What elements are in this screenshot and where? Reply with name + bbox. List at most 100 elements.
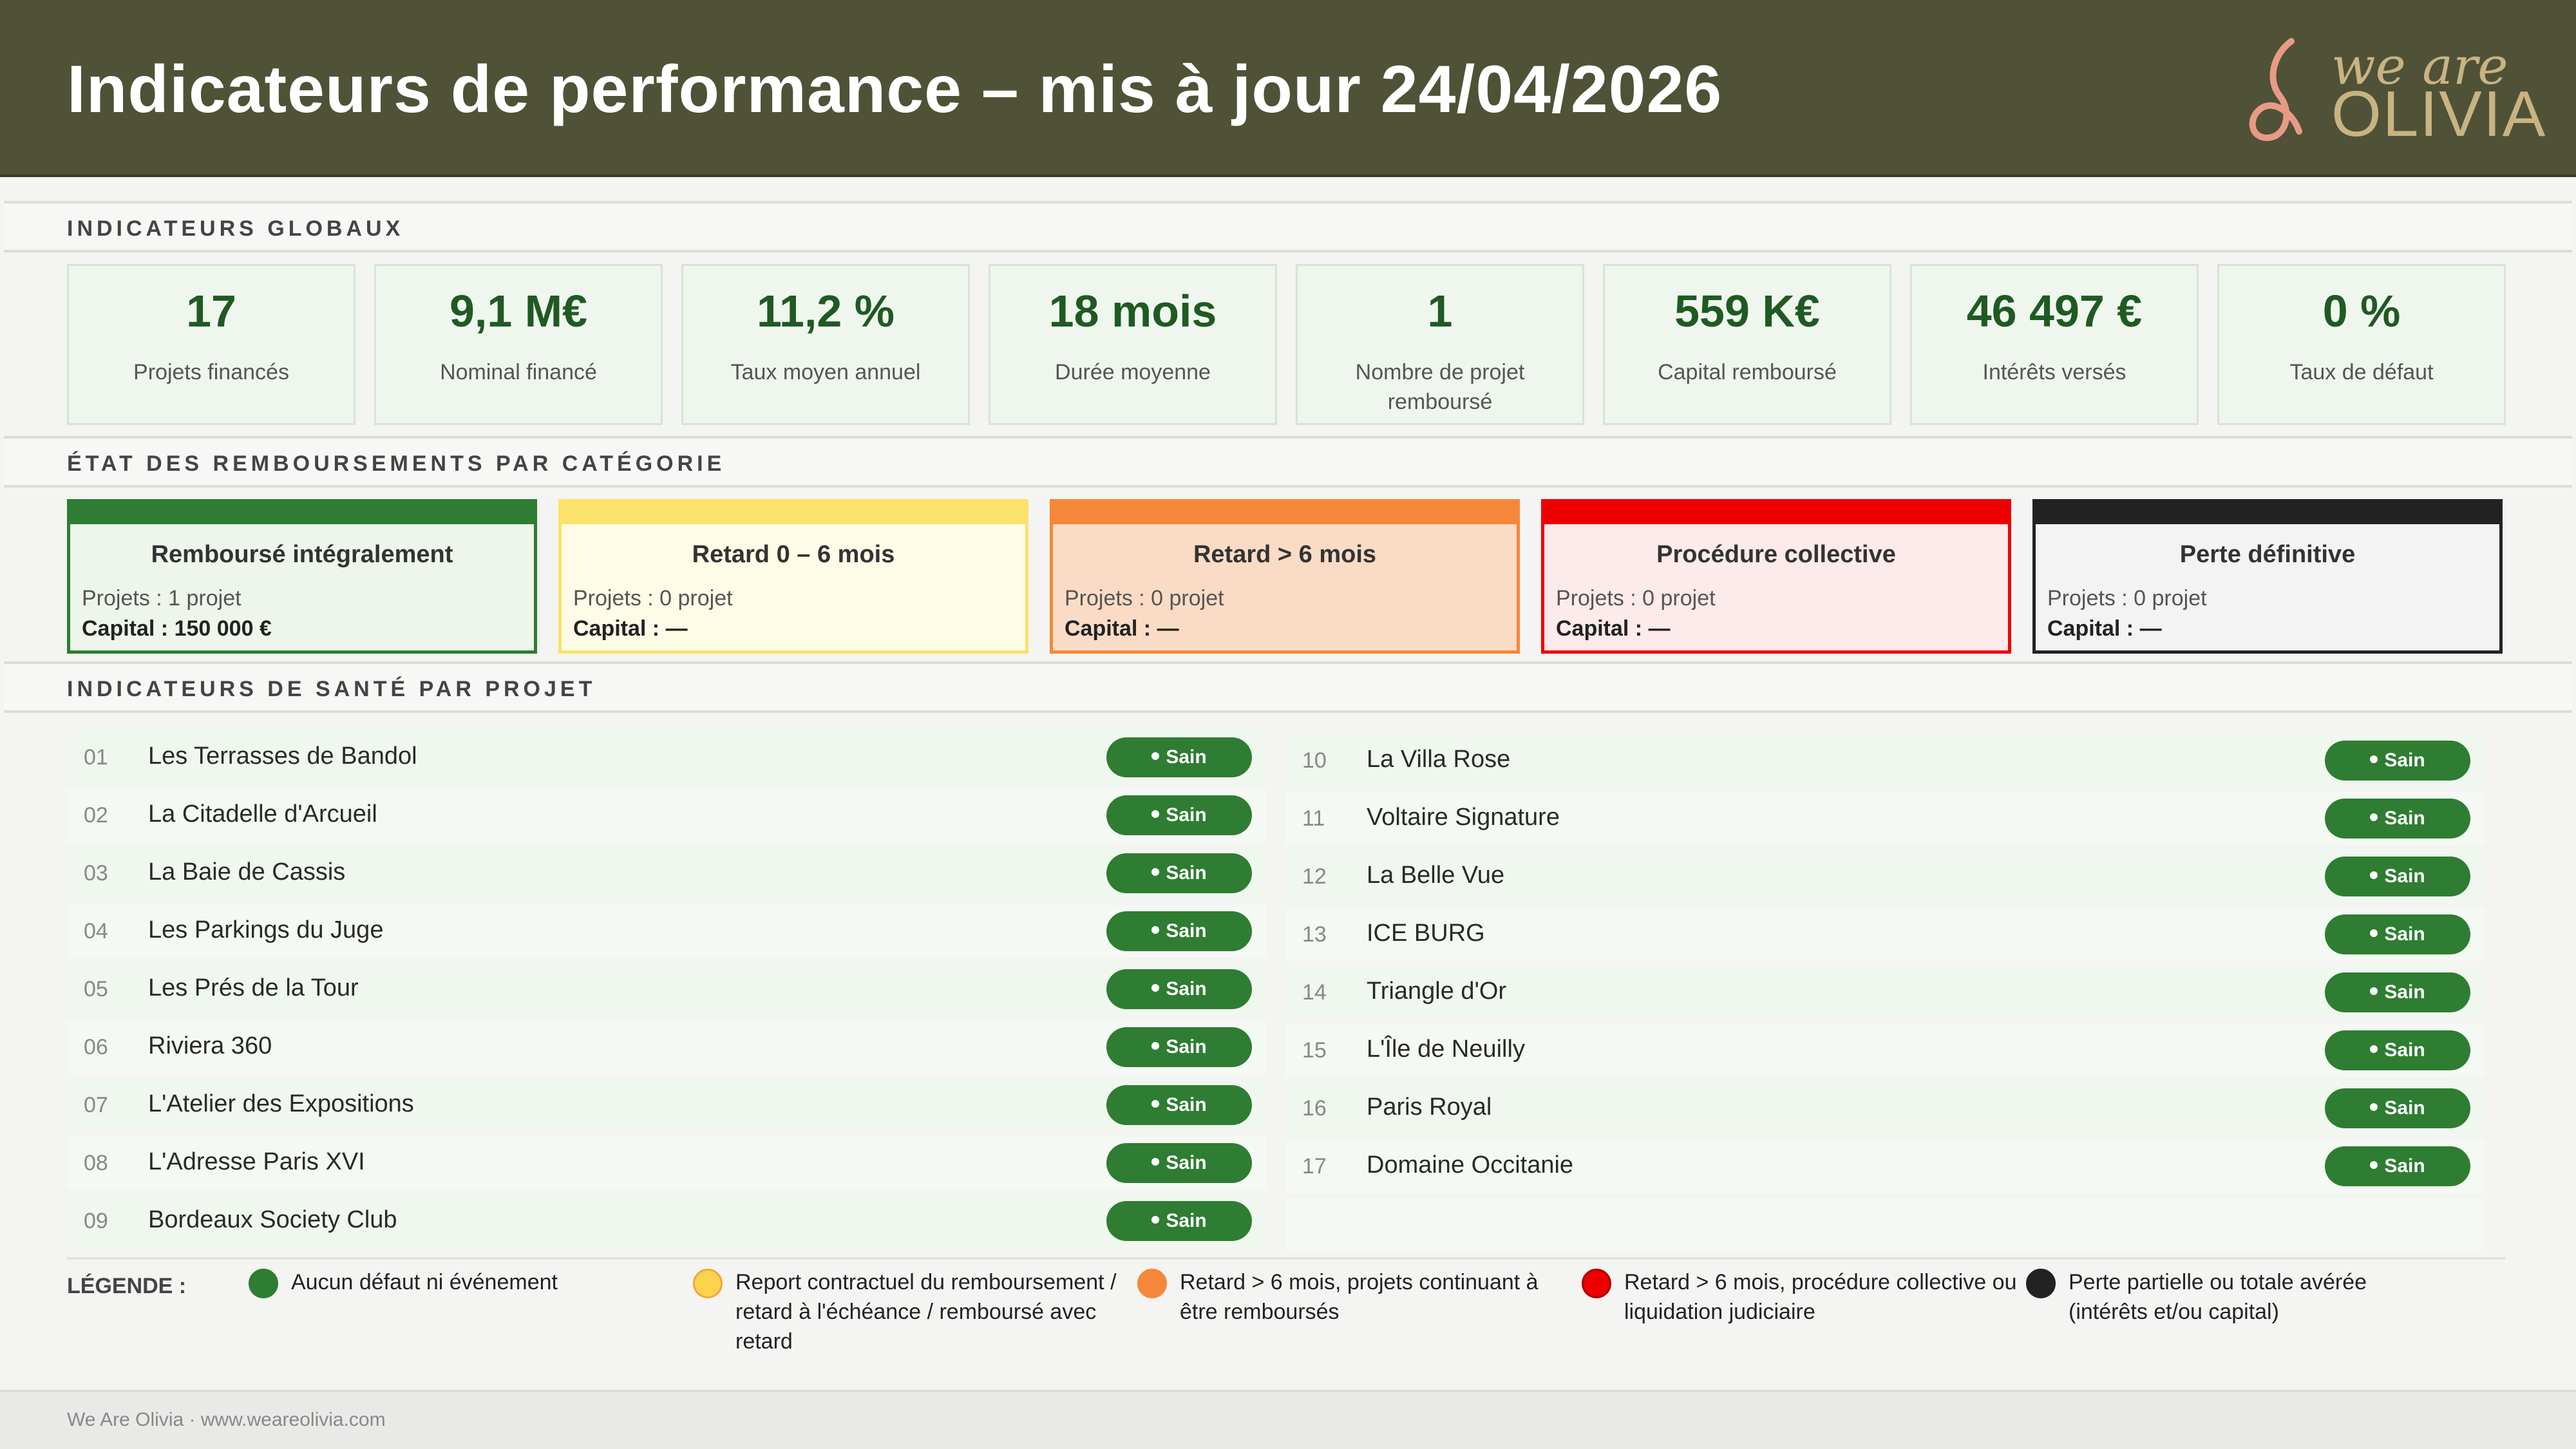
kpi-label: Projets financés [133,360,289,384]
status-badge: Sain [2325,1088,2470,1128]
category-color-bar [2036,502,2499,524]
status-badge: Sain [2325,972,2470,1012]
category-color-bar [1053,502,1517,524]
project-name: Les Terrasses de Bandol [148,743,417,770]
status-badge: Sain [1106,969,1252,1009]
status-badge: Sain [1106,1201,1252,1241]
legend-divider [67,1257,2505,1260]
status-label: Sain [1166,862,1207,884]
project-row: 04 Les Parkings du Juge Sain [67,905,1266,958]
legend-dot-icon [249,1269,278,1298]
project-row: 03 La Baie de Cassis Sain [67,847,1266,900]
status-dot-icon [2370,929,2378,938]
legend-dot-icon [1582,1269,1611,1298]
status-dot-icon [1151,1100,1160,1108]
kpi-capital-repaid: 559 K€ Capital remboursé [1603,264,1891,425]
status-badge: Sain [1106,1085,1252,1125]
status-label: Sain [1166,804,1207,826]
section-global: INDICATEURS GLOBAUX [4,201,2572,252]
project-row: 16 Paris Royal Sain [1285,1082,2485,1135]
category-card-collective-procedure: Procédure collective Projets : 0 projet … [1541,499,2011,654]
legend-text: Report contractuel du remboursement / re… [735,1270,1117,1354]
kpi-label: Taux moyen annuel [730,360,921,384]
category-projects: Projets : 0 projet [573,586,733,611]
project-row: 08 L'Adresse Paris XVI Sain [67,1137,1266,1189]
project-number: 06 [84,1035,108,1059]
status-label: Sain [2384,1097,2425,1119]
category-card-delay-over-6: Retard > 6 mois Projets : 0 projet Capit… [1050,499,1520,654]
status-badge: Sain [1106,737,1252,777]
kpi-value: 17 [186,286,236,336]
category-card-definitive-loss: Perte définitive Projets : 0 projet Capi… [2032,499,2503,654]
kpi-interest-paid: 46 497 € Intérêts versés [1910,264,2199,425]
section-title-health: INDICATEURS DE SANTÉ PAR PROJET [67,677,596,701]
kpi-value: 18 mois [1048,286,1217,336]
status-badge: Sain [2325,1030,2470,1070]
project-row: 12 La Belle Vue Sain [1285,850,2485,903]
status-dot-icon [1151,1042,1160,1050]
section-health: INDICATEURS DE SANTÉ PAR PROJET [4,661,2572,713]
project-name: La Villa Rose [1367,746,1511,773]
project-row: 01 Les Terrasses de Bandol Sain [67,731,1266,784]
status-dot-icon [2370,755,2378,764]
category-title: Perte définitive [2179,541,2356,568]
project-number: 16 [1302,1096,1327,1121]
footer-text: We Are Olivia · www.weareolivia.com [67,1409,386,1430]
status-badge: Sain [2325,1146,2470,1186]
status-dot-icon [1151,752,1160,761]
status-badge: Sain [1106,853,1252,893]
status-label: Sain [1166,920,1207,942]
kpi-projects-financed: 17 Projets financés [67,264,355,425]
legend-dot-icon [693,1269,723,1298]
project-number: 17 [1302,1154,1327,1179]
status-dot-icon [1151,1216,1160,1224]
project-number: 03 [84,861,108,886]
legend-text: Retard > 6 mois, procédure collective ou… [1624,1270,2017,1324]
category-title: Remboursé intégralement [151,541,453,568]
category-projects: Projets : 0 projet [1065,586,1224,611]
project-number: 11 [1302,806,1325,831]
project-row: 17 Domaine Occitanie Sain [1285,1140,2485,1193]
project-name: L'Adresse Paris XVI [148,1148,365,1175]
project-number: 15 [1302,1038,1327,1063]
status-badge: Sain [1106,795,1252,835]
kpi-label: Nominal financé [440,360,597,384]
status-dot-icon [2370,987,2378,996]
status-dot-icon [2370,871,2378,880]
kpi-default-rate: 0 % Taux de défaut [2217,264,2506,425]
project-name: Bordeaux Society Club [148,1206,397,1233]
kpi-label: Capital remboursé [1658,360,1837,384]
project-row: 07 L'Atelier des Expositions Sain [67,1079,1266,1132]
kpi-average-rate: 11,2 % Taux moyen annuel [681,264,970,425]
status-label: Sain [2384,808,2425,829]
category-projects: Projets : 0 projet [2047,586,2207,611]
status-label: Sain [1166,1152,1207,1173]
status-badge: Sain [2325,741,2470,781]
status-label: Sain [2384,1039,2425,1061]
category-color-bar [70,502,534,524]
project-number: 14 [1302,980,1327,1005]
category-card-repaid: Remboursé intégralement Projets : 1 proj… [67,499,537,654]
kpi-projects-repaid: 1 Nombre de projet remboursé [1296,264,1584,425]
status-label: Sain [1166,746,1207,768]
project-name: Voltaire Signature [1367,804,1560,831]
project-name: Domaine Occitanie [1367,1151,1574,1179]
category-card-delay-0-6: Retard 0 – 6 mois Projets : 0 projet Cap… [558,499,1028,654]
project-number: 04 [84,919,108,943]
project-row: 09 Bordeaux Society Club Sain [67,1195,1266,1247]
kpi-average-duration: 18 mois Durée moyenne [989,264,1277,425]
kpi-row: 17 Projets financés 9,1 M€ Nominal finan… [67,264,2506,425]
status-dot-icon [2370,1045,2378,1054]
project-list-right: 10 La Villa Rose Sain 11 Voltaire Signature S… [1285,734,2485,1256]
project-name: L'Île de Neuilly [1367,1036,1525,1063]
project-name: ICE BURG [1367,920,1485,947]
status-badge: Sain [2325,914,2470,954]
status-label: Sain [2384,923,2425,945]
project-number: 01 [84,745,108,770]
kpi-value: 11,2 % [756,286,895,336]
section-title-global: INDICATEURS GLOBAUX [67,216,404,241]
project-row: 05 Les Prés de la Tour Sain [67,963,1266,1016]
empty-row [1285,1198,2485,1251]
project-row: 13 ICE BURG Sain [1285,908,2485,961]
legend-text: Aucun défaut ni événement [291,1270,558,1294]
